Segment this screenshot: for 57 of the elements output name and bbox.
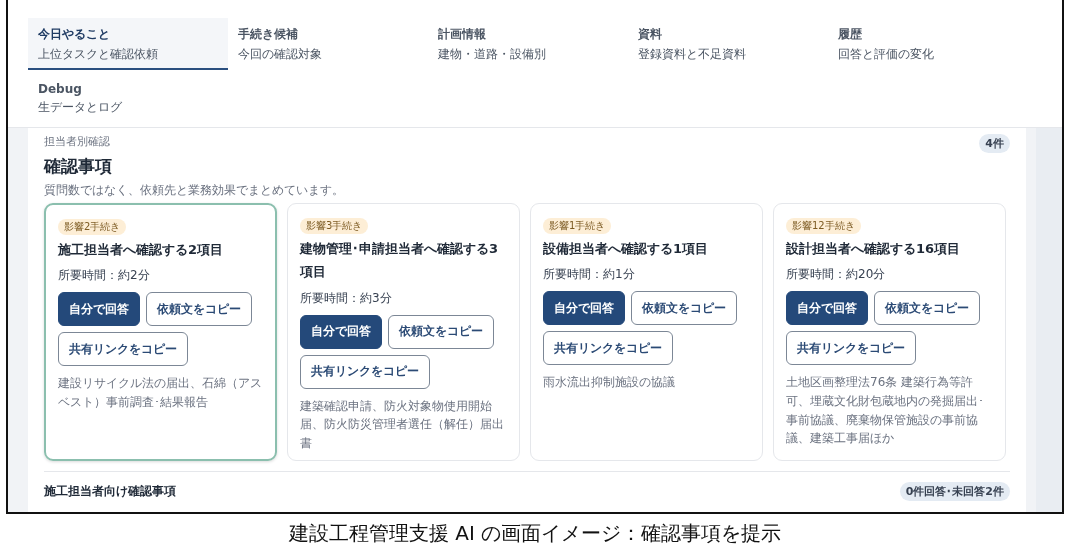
tab-subtitle: 生データとログ — [38, 99, 123, 116]
procedure-list: 建設リサイクル法の届出、石綿（アスベスト）事前調査･結果報告 — [58, 374, 263, 412]
answer-button[interactable]: 自分で回答 — [543, 291, 625, 326]
status-badge: 0件回答･未回答2件 — [899, 482, 1010, 501]
copy-button[interactable]: 共有リンクをコピー — [786, 331, 916, 366]
tab-title: 履歴 — [838, 26, 863, 43]
section-title: 確認事項 — [44, 155, 113, 178]
task-card[interactable]: 影響2手続き 施工担当者へ確認する2項目 所要時間：約2分 自分で回答 依頼文をコピー 共有リンクをコピー 建設リサイクル法の届出、石綿（アスベスト）事前調査･結果報告 — [44, 203, 277, 461]
copy-button[interactable]: 依頼文をコピー — [146, 292, 252, 327]
tab-title: 計画情報 — [438, 26, 487, 43]
copy-button[interactable]: 共有リンクをコピー — [543, 331, 673, 366]
section-description: 質問数ではなく、依頼先と業務効果でまとめています。 — [44, 182, 345, 199]
tab-subtitle: 回答と評価の変化 — [838, 46, 935, 63]
nav-tab[interactable]: Debug 生データとログ — [28, 74, 228, 123]
card-title: 設計担当者へ確認する16項目 — [786, 240, 962, 258]
duration-text: 所要時間：約2分 — [58, 267, 151, 285]
subsection-title: 施工担当者向け確認事項 — [44, 483, 176, 500]
duration-text: 所要時間：約20分 — [786, 266, 887, 284]
tab-title: Debug — [38, 82, 83, 96]
procedure-list: 建築確認申請、防火対象物使用開始届、防火防災管理者選任（解任）届出書 — [300, 396, 507, 453]
nav-tab[interactable]: 今日やること 上位タスクと確認依頼 — [28, 18, 228, 70]
task-card[interactable]: 影響12手続き 設計担当者へ確認する16項目 所要時間：約20分 自分で回答 依頼文をコピー 共有リンクをコピー 土地区画整理法76条 建築行為等許可、埋蔵文化財包蔵地内の発掘届出･事前協議、廃棄物保管施設の事前協議、建築工事届ほか — [773, 203, 1006, 461]
tab-title: 今日やること — [38, 26, 111, 43]
copy-button[interactable]: 依頼文をコピー — [874, 291, 980, 326]
procedure-list: 雨水流出抑制施設の協議 — [543, 373, 750, 392]
procedure-list: 土地区画整理法76条 建築行為等許可、埋蔵文化財包蔵地内の発掘届出･事前協議、廃棄物保管施設の事前協議、建築工事届ほか — [786, 373, 993, 448]
tab-title: 手続き候補 — [238, 26, 299, 43]
tab-subtitle: 登録資料と不足資料 — [638, 46, 747, 63]
tab-subtitle: 建物・道路・設備別 — [438, 46, 547, 63]
copy-button[interactable]: 共有リンクをコピー — [300, 354, 430, 389]
card-title: 建物管理･申請担当者へ確認する3項目 — [300, 240, 500, 282]
tab-title: 資料 — [638, 26, 663, 43]
nav-tab[interactable]: 手続き候補 今回の確認対象 — [228, 18, 428, 70]
section-eyebrow: 担当者別確認 — [44, 134, 110, 149]
figure-caption: 建設工程管理支援 AI の画面イメージ：確認事項を提示 — [287, 520, 783, 547]
tab-subtitle: 今回の確認対象 — [238, 46, 323, 63]
answer-button[interactable]: 自分で回答 — [58, 292, 140, 327]
duration-text: 所要時間：約3分 — [300, 289, 393, 307]
copy-button[interactable]: 依頼文をコピー — [388, 314, 494, 349]
impact-badge: 影響12手続き — [786, 218, 861, 234]
tab-subtitle: 上位タスクと確認依頼 — [38, 46, 159, 63]
task-card[interactable]: 影響1手続き 設備担当者へ確認する1項目 所要時間：約1分 自分で回答 依頼文をコピー 共有リンクをコピー 雨水流出抑制施設の協議 — [530, 203, 763, 461]
copy-button[interactable]: 依頼文をコピー — [631, 291, 737, 326]
impact-badge: 影響1手続き — [543, 218, 612, 234]
nav-tab[interactable]: 計画情報 建物・道路・設備別 — [428, 18, 628, 70]
copy-button[interactable]: 共有リンクをコピー — [58, 332, 188, 367]
impact-badge: 影響3手続き — [300, 218, 369, 234]
card-title: 設備担当者へ確認する1項目 — [543, 240, 710, 258]
count-badge: 4件 — [979, 134, 1010, 153]
answer-button[interactable]: 自分で回答 — [300, 314, 382, 349]
nav-tab[interactable]: 履歴 回答と評価の変化 — [828, 18, 1028, 70]
card-title: 施工担当者へ確認する2項目 — [58, 241, 225, 259]
nav-tab[interactable]: 資料 登録資料と不足資料 — [628, 18, 828, 70]
task-card[interactable]: 影響3手続き 建物管理･申請担当者へ確認する3項目 所要時間：約3分 自分で回答 依頼文をコピー 共有リンクをコピー 建築確認申請、防火対象物使用開始届、防火防災管理者選任（解任）届出書 — [287, 203, 520, 461]
answer-button[interactable]: 自分で回答 — [786, 291, 868, 326]
impact-badge: 影響2手続き — [58, 219, 127, 235]
duration-text: 所要時間：約1分 — [543, 266, 636, 284]
